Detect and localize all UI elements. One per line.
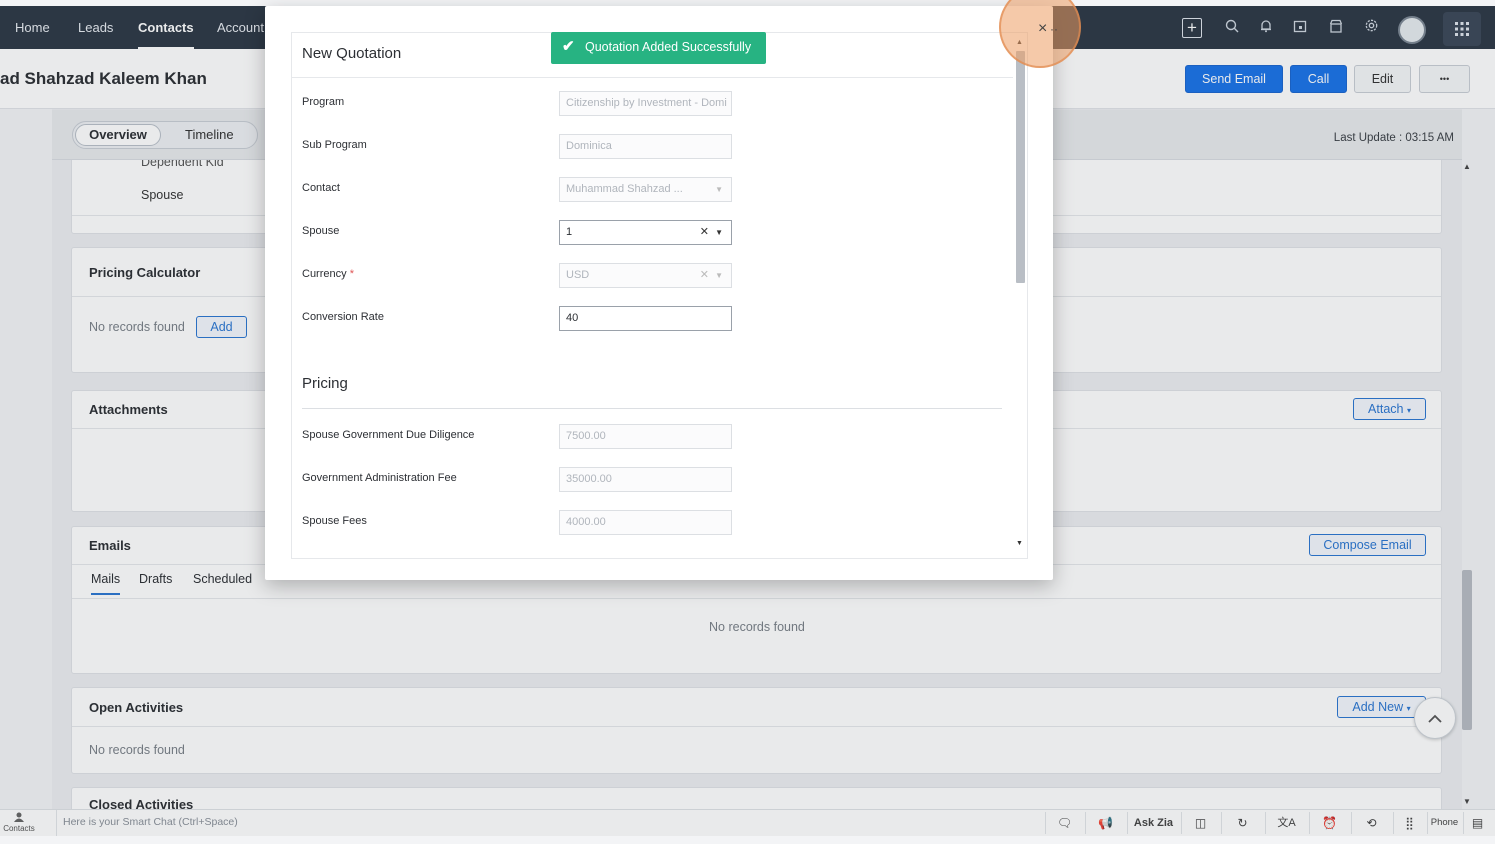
admin-fee-field[interactable]: 35000.00	[559, 467, 732, 492]
spouse-fees-label: Spouse Fees	[302, 515, 367, 527]
contact-label: Contact	[302, 182, 340, 194]
program-field[interactable]: Citizenship by Investment - Domi	[559, 91, 732, 116]
spouse-due-diligence-field[interactable]: 7500.00	[559, 424, 732, 449]
clear-icon[interactable]: ✕	[700, 221, 709, 244]
currency-select[interactable]: USD ✕ ▼	[559, 263, 732, 288]
pricing-section-title: Pricing	[302, 375, 348, 392]
chevron-down-icon: ▼	[715, 228, 723, 237]
close-icon[interactable]: ×	[1038, 20, 1047, 38]
admin-fee-label: Government Administration Fee	[302, 472, 457, 484]
conversion-rate-label: Conversion Rate	[302, 311, 384, 323]
divider	[292, 77, 1013, 78]
new-quotation-modal: New Quotation Program Citizenship by Inv…	[265, 6, 1053, 580]
more-dots-icon: ··	[1050, 22, 1058, 36]
modal-scroll-thumb[interactable]	[1016, 51, 1025, 283]
spouse-fees-field[interactable]: 4000.00	[559, 510, 732, 535]
contact-value: Muhammad Shahzad ...	[566, 183, 683, 195]
currency-value: USD	[566, 269, 590, 281]
chevron-down-icon: ▼	[715, 271, 723, 280]
spouse-due-diligence-label: Spouse Government Due Diligence	[302, 429, 475, 441]
check-icon: ✔	[562, 38, 575, 55]
sub-program-field[interactable]: Dominica	[559, 134, 732, 159]
chevron-down-icon: ▼	[715, 185, 723, 194]
currency-label-text: Currency	[302, 268, 347, 280]
clear-icon[interactable]: ✕	[700, 264, 709, 287]
required-marker: *	[349, 268, 354, 280]
spouse-label: Spouse	[302, 225, 340, 237]
contact-select[interactable]: Muhammad Shahzad ... ▼	[559, 177, 732, 202]
divider	[302, 408, 1002, 409]
success-toast: ✔ Quotation Added Successfully	[551, 32, 766, 64]
spouse-value: 1	[566, 226, 573, 238]
toast-message: Quotation Added Successfully	[585, 40, 752, 54]
currency-label: Currency *	[302, 268, 354, 280]
spouse-select[interactable]: 1 ✕ ▼	[559, 220, 732, 245]
quotation-form: New Quotation Program Citizenship by Inv…	[291, 32, 1028, 559]
modal-title: New Quotation	[302, 45, 402, 62]
sub-program-label: Sub Program	[302, 139, 367, 151]
program-label: Program	[302, 96, 345, 108]
scroll-down-arrow-icon[interactable]: ▼	[1016, 540, 1023, 547]
conversion-rate-input[interactable]: 40	[559, 306, 732, 331]
modal-scrollbar[interactable]: ▲ ▼	[1014, 39, 1026, 553]
